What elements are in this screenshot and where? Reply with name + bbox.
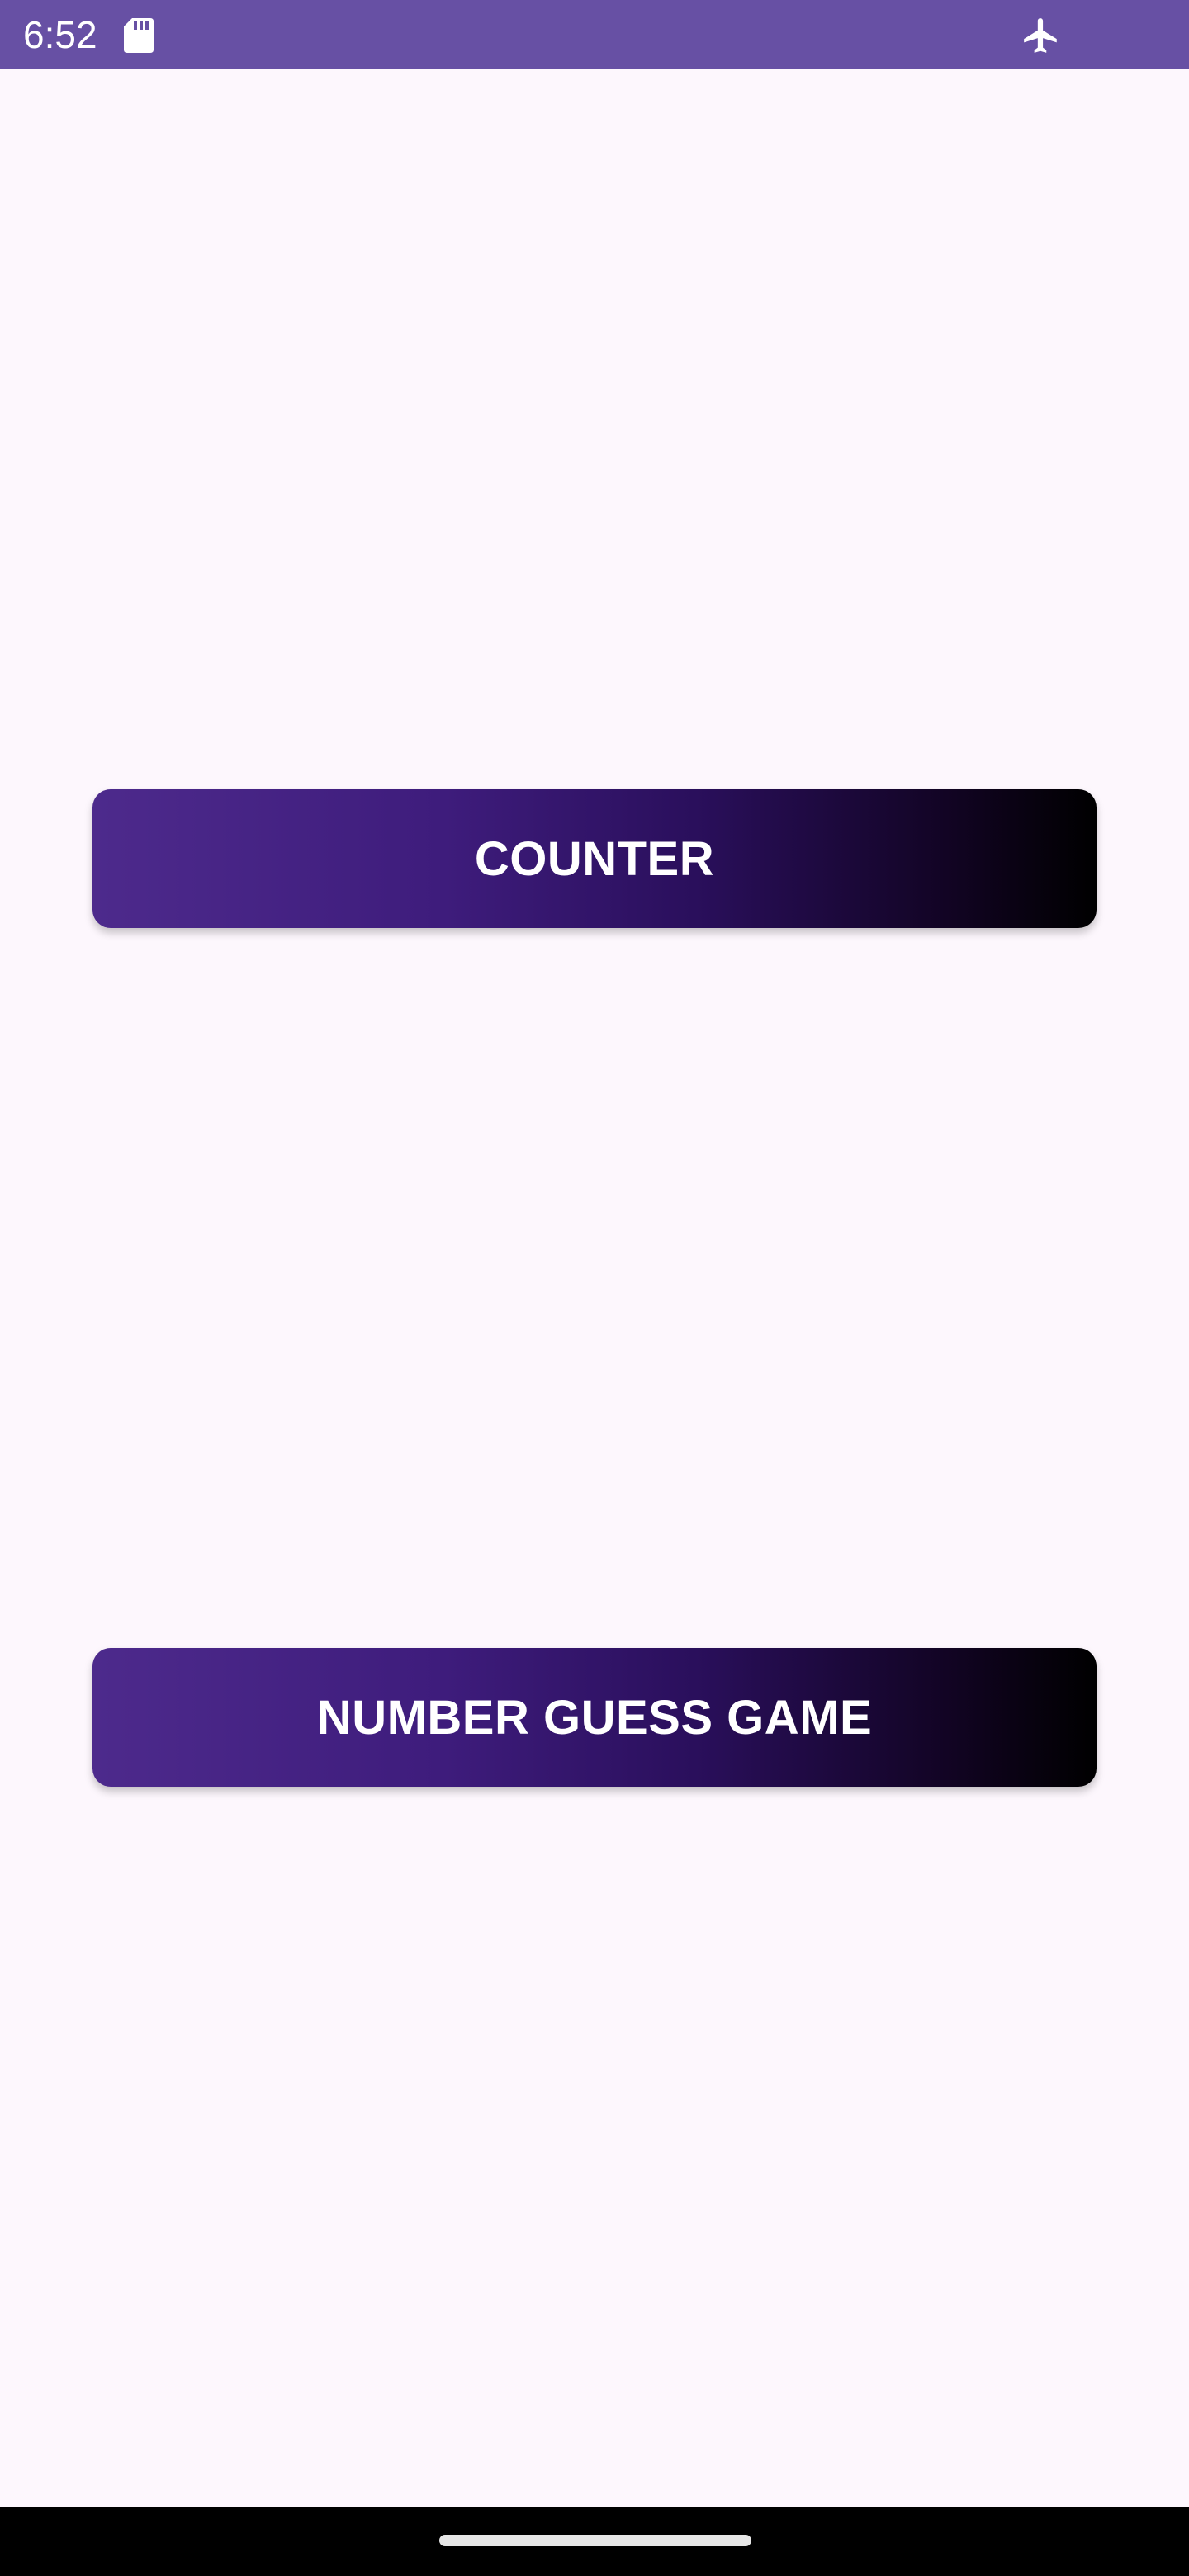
home-gesture-handle[interactable]	[439, 2535, 751, 2546]
counter-button[interactable]: COUNTER	[92, 789, 1097, 928]
number-guess-game-button[interactable]: NUMBER GUESS GAME	[92, 1648, 1097, 1787]
status-bar: 6:52	[0, 0, 1189, 69]
main-content: COUNTER NUMBER GUESS GAME	[0, 69, 1189, 2507]
system-navigation-bar	[0, 2507, 1189, 2576]
status-time: 6:52	[23, 13, 97, 56]
sd-card-icon	[122, 17, 155, 53]
airplane-mode-icon	[1021, 15, 1062, 56]
